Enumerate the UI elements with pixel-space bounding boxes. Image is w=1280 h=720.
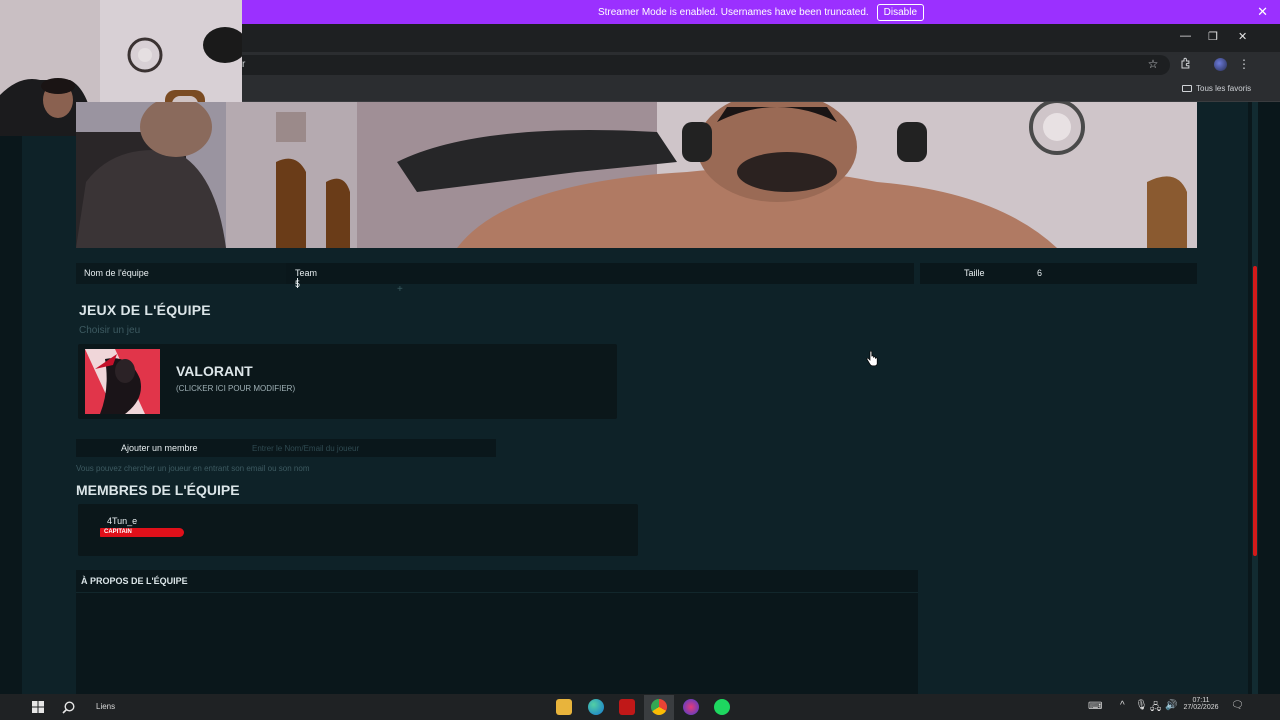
valorant-thumbnail — [85, 349, 160, 414]
team-members-heading: MEMBRES DE L'ÉQUIPE — [76, 482, 240, 498]
messenger-app-icon[interactable] — [683, 699, 699, 715]
game-edit-hint: (CLICKER ICI POUR MODIFIER) — [176, 384, 296, 393]
team-name-input[interactable]: Team 5 — [295, 268, 323, 289]
taskbar-search-icon[interactable] — [60, 698, 76, 716]
profile-avatar[interactable] — [1214, 58, 1227, 71]
keyboard-icon[interactable]: ⌨ — [1088, 701, 1102, 712]
team-name-label: Nom de l'équipe — [84, 268, 149, 278]
hand-cursor-icon — [866, 351, 878, 367]
team-size-row[interactable] — [920, 263, 1197, 284]
edge-browser-icon[interactable] — [588, 699, 604, 715]
browser-menu-icon[interactable]: ⋮ — [1237, 57, 1251, 71]
webcam-overlay-left — [76, 102, 357, 248]
member-search-input[interactable] — [246, 440, 494, 456]
page-left-gutter — [0, 102, 22, 694]
microphone-icon[interactable]: 🎙 — [1135, 700, 1148, 711]
add-member-button[interactable]: Ajouter un membre — [121, 443, 198, 453]
about-team-box[interactable] — [76, 570, 918, 694]
minimize-button[interactable]: — — [1180, 30, 1191, 42]
text-caret — [297, 278, 299, 288]
address-bar[interactable] — [242, 55, 1170, 75]
video-app-icon[interactable] — [619, 699, 635, 715]
choose-game-label[interactable]: Choisir un jeu — [79, 325, 140, 336]
clock-date: 27/02/2026 — [1183, 704, 1219, 711]
windows-start-icon[interactable] — [30, 698, 46, 716]
team-name-value: Team 5 — [295, 268, 318, 289]
network-icon[interactable]: 🖧 — [1150, 700, 1161, 717]
all-bookmarks-button[interactable]: Tous les favoris — [1182, 84, 1251, 93]
browser-titlebar — [242, 24, 1280, 52]
close-window-button[interactable]: ✕ — [1238, 30, 1247, 43]
volume-icon[interactable]: 🔊 — [1165, 700, 1177, 711]
address-text: r — [242, 59, 246, 70]
crosshair-icon: + — [397, 284, 403, 295]
tray-expand-chevron-icon[interactable]: ^ — [1120, 700, 1125, 711]
chrome-browser-icon[interactable] — [651, 699, 667, 715]
disable-streamer-mode-button[interactable]: Disable — [876, 3, 925, 21]
banner-close-icon[interactable]: ✕ — [1257, 4, 1268, 20]
about-divider — [76, 592, 918, 593]
clock-time: 07:11 — [1192, 697, 1210, 704]
extensions-icon[interactable] — [1179, 57, 1193, 71]
maximize-button[interactable]: ❐ — [1208, 30, 1218, 43]
team-size-value[interactable]: 6 — [1037, 268, 1042, 278]
captain-badge: CAPITAIN — [100, 528, 184, 537]
file-explorer-icon[interactable] — [556, 699, 572, 715]
page-scrollbar-thumb[interactable] — [1253, 266, 1257, 556]
screen: — ❐ ✕ r ☆ ⋮ Tous les favoris Streamer Mo… — [0, 0, 1280, 720]
bookmark-star-icon[interactable]: ☆ — [1146, 57, 1160, 71]
streamer-mode-message: Streamer Mode is enabled. Usernames have… — [597, 6, 869, 18]
spotify-icon[interactable] — [714, 699, 730, 715]
folder-icon — [1182, 85, 1192, 92]
member-search-help: Vous pouvez chercher un joueur en entran… — [76, 464, 310, 473]
webcam-overlay-main — [357, 102, 1197, 248]
notifications-icon[interactable]: 🗨 — [1231, 700, 1244, 711]
taskbar-links-label[interactable]: Liens — [96, 702, 115, 711]
about-team-heading: À PROPOS DE L'ÉQUIPE — [81, 576, 188, 586]
streamer-mode-banner: Streamer Mode is enabled. Usernames have… — [242, 0, 1280, 24]
all-bookmarks-label: Tous les favoris — [1196, 84, 1252, 93]
bookmarks-bar — [242, 78, 1280, 102]
taskbar-clock[interactable]: 07:11 27/02/2026 — [1181, 697, 1221, 711]
team-size-label: Taille — [964, 268, 985, 278]
game-title: VALORANT — [176, 363, 253, 379]
member-name: 4Tun_e — [107, 516, 138, 526]
team-games-heading: JEUX DE L'ÉQUIPE — [79, 302, 211, 318]
